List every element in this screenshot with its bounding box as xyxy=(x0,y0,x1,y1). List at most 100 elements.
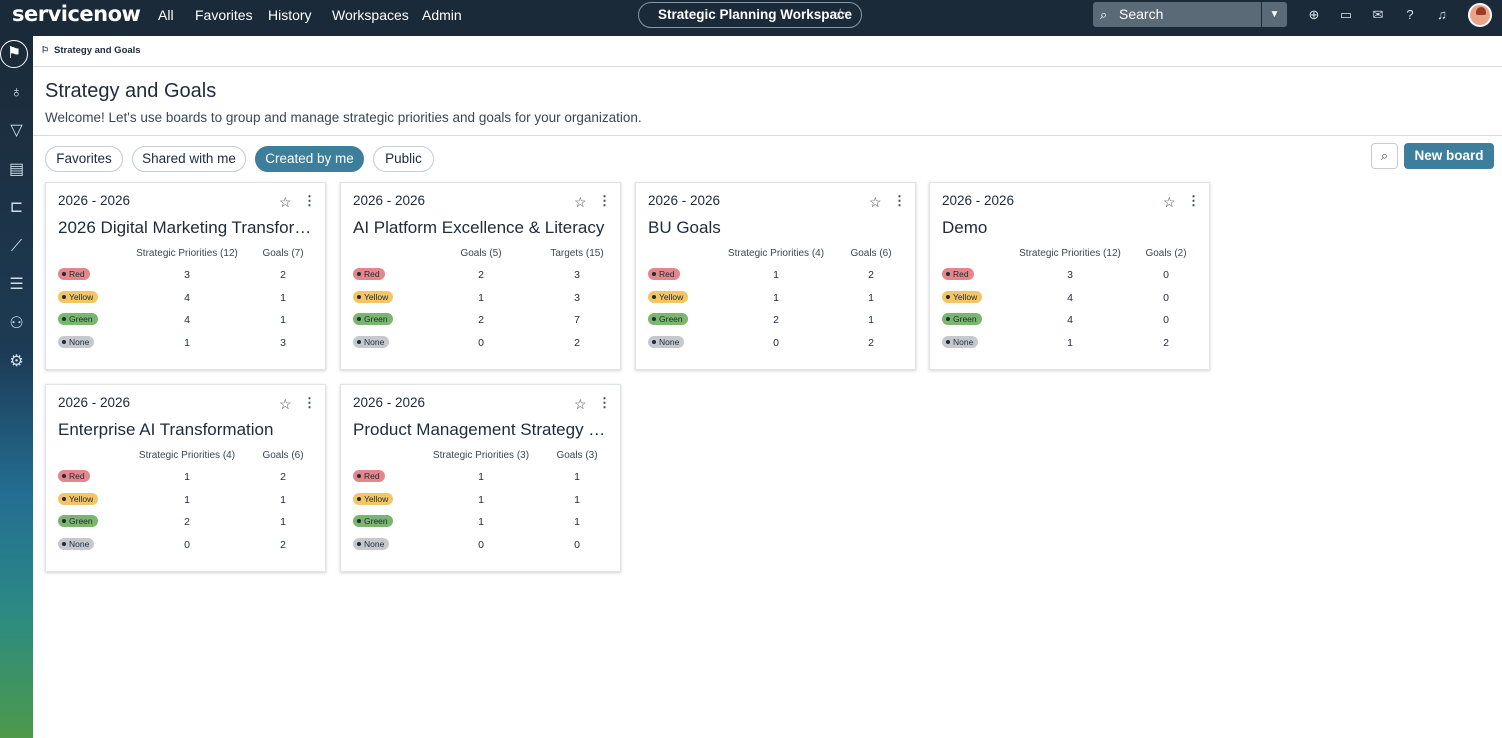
col1-value[interactable]: 0 xyxy=(172,539,202,551)
col1-value[interactable]: 1 xyxy=(172,337,202,349)
star-icon[interactable]: ☆ xyxy=(834,3,847,27)
more-options-icon[interactable]: ⋮ xyxy=(893,193,906,209)
col2-value[interactable]: 1 xyxy=(562,494,592,506)
board-title[interactable]: 2026 Digital Marketing Transformation xyxy=(58,218,316,238)
col1-value[interactable]: 3 xyxy=(1055,269,1085,281)
col1-value[interactable]: 1 xyxy=(172,471,202,483)
col1-value[interactable]: 0 xyxy=(761,337,791,349)
col1-value[interactable]: 2 xyxy=(466,269,496,281)
col2-value[interactable]: 0 xyxy=(562,539,592,551)
board-card[interactable]: 2026 - 2026 ☆ ⋮ Enterprise AI Transformatio… xyxy=(45,384,326,572)
more-options-icon[interactable]: ⋮ xyxy=(303,395,316,411)
col2-value[interactable]: 1 xyxy=(268,516,298,528)
more-options-icon[interactable]: ⋮ xyxy=(303,193,316,209)
col2-value[interactable]: 1 xyxy=(268,292,298,304)
nav-all[interactable]: All xyxy=(158,0,174,30)
col2-value[interactable]: 3 xyxy=(562,269,592,281)
tab-favorites[interactable]: Favorites xyxy=(45,146,123,172)
tab-created-by-me[interactable]: Created by me xyxy=(255,146,364,172)
servicenow-logo[interactable]: servicenow xyxy=(12,2,141,26)
col2-value[interactable]: 2 xyxy=(268,269,298,281)
board-card[interactable]: 2026 - 2026 ☆ ⋮ 2026 Digital Marketing Tran… xyxy=(45,182,326,370)
col2-value[interactable]: 1 xyxy=(562,516,592,528)
star-icon[interactable]: ☆ xyxy=(574,194,587,211)
col2-value[interactable]: 7 xyxy=(562,314,592,326)
col2-value[interactable]: 1 xyxy=(268,314,298,326)
col2-value[interactable]: 1 xyxy=(856,314,886,326)
board-title[interactable]: AI Platform Excellence & Literacy xyxy=(353,218,611,238)
col1-value[interactable]: 1 xyxy=(466,494,496,506)
col1-value[interactable]: 3 xyxy=(172,269,202,281)
col1-value[interactable]: 4 xyxy=(1055,314,1085,326)
inbox-icon[interactable]: ✉ xyxy=(1369,6,1387,24)
col1-value[interactable]: 0 xyxy=(466,337,496,349)
col1-value[interactable]: 2 xyxy=(761,314,791,326)
board-title[interactable]: Product Management Strategy & Goals xyxy=(353,420,611,440)
nav-favorites[interactable]: Favorites xyxy=(195,0,253,30)
star-icon[interactable]: ☆ xyxy=(1163,194,1176,211)
col1-value[interactable]: 1 xyxy=(466,516,496,528)
funnel-icon[interactable]: ▽ xyxy=(0,119,33,143)
board-card[interactable]: 2026 - 2026 ☆ ⋮ Demo Strategic Priorities (1… xyxy=(929,182,1210,370)
bell-icon[interactable]: ♫ xyxy=(1433,6,1451,24)
col1-value[interactable]: 1 xyxy=(761,292,791,304)
tab-shared-with-me[interactable]: Shared with me xyxy=(132,146,246,172)
gear-icon[interactable]: ⚙ xyxy=(0,350,33,374)
help-icon[interactable]: ? xyxy=(1401,6,1419,24)
flag-icon[interactable]: ⚑ xyxy=(0,40,28,68)
col1-value[interactable]: 2 xyxy=(172,516,202,528)
board-title[interactable]: Demo xyxy=(942,218,1200,238)
col2-value[interactable]: 2 xyxy=(856,337,886,349)
lightbulb-icon[interactable]: ♁ xyxy=(0,81,33,105)
breadcrumb-item[interactable]: Strategy and Goals xyxy=(54,45,141,56)
more-options-icon[interactable]: ⋮ xyxy=(1187,193,1200,209)
col1-value[interactable]: 0 xyxy=(466,539,496,551)
new-board-button[interactable]: New board xyxy=(1404,143,1494,169)
board-card[interactable]: 2026 - 2026 ☆ ⋮ AI Platform Excellence & Li… xyxy=(340,182,621,370)
user-avatar[interactable] xyxy=(1468,3,1492,27)
workspace-title-pill[interactable]: Strategic Planning Workspace ☆ xyxy=(638,2,862,28)
board-title[interactable]: Enterprise AI Transformation xyxy=(58,420,316,440)
more-options-icon[interactable]: ⋮ xyxy=(598,395,611,411)
col2-value[interactable]: 2 xyxy=(562,337,592,349)
nav-history[interactable]: History xyxy=(268,0,312,30)
star-icon[interactable]: ☆ xyxy=(279,396,292,413)
board-card[interactable]: 2026 - 2026 ☆ ⋮ BU Goals Strategic Prioritie… xyxy=(635,182,916,370)
col1-value[interactable]: 1 xyxy=(466,471,496,483)
search-boards-button[interactable]: ⌕ xyxy=(1371,143,1398,169)
col1-value[interactable]: 1 xyxy=(1055,337,1085,349)
col2-value[interactable]: 1 xyxy=(268,494,298,506)
col1-value[interactable]: 1 xyxy=(761,269,791,281)
col1-value[interactable]: 2 xyxy=(466,314,496,326)
col2-value[interactable]: 2 xyxy=(1151,337,1181,349)
board-card[interactable]: 2026 - 2026 ☆ ⋮ Product Management Strategy… xyxy=(340,384,621,572)
col2-value[interactable]: 2 xyxy=(856,269,886,281)
col2-value[interactable]: 2 xyxy=(268,539,298,551)
col2-value[interactable]: 1 xyxy=(856,292,886,304)
globe-icon[interactable]: ⊕ xyxy=(1305,6,1323,24)
col2-value[interactable]: 3 xyxy=(268,337,298,349)
nav-workspaces[interactable]: Workspaces xyxy=(332,0,409,30)
star-icon[interactable]: ☆ xyxy=(869,194,882,211)
chat-icon[interactable]: ▭ xyxy=(1337,6,1355,24)
star-icon[interactable]: ☆ xyxy=(574,396,587,413)
chart-line-icon[interactable]: ⟋ xyxy=(0,235,33,259)
col1-value[interactable]: 4 xyxy=(172,292,202,304)
col2-value[interactable]: 2 xyxy=(268,471,298,483)
col1-value[interactable]: 4 xyxy=(172,314,202,326)
hierarchy-icon[interactable]: ⊏ xyxy=(0,196,33,220)
board-title[interactable]: BU Goals xyxy=(648,218,906,238)
star-icon[interactable]: ☆ xyxy=(279,194,292,211)
more-options-icon[interactable]: ⋮ xyxy=(598,193,611,209)
col2-value[interactable]: 3 xyxy=(562,292,592,304)
team-icon[interactable]: ⚇ xyxy=(0,312,33,336)
col1-value[interactable]: 1 xyxy=(172,494,202,506)
search-scope-dropdown[interactable]: ▼ xyxy=(1262,2,1287,27)
nav-admin[interactable]: Admin xyxy=(422,0,462,30)
col1-value[interactable]: 4 xyxy=(1055,292,1085,304)
col2-value[interactable]: 0 xyxy=(1151,292,1181,304)
col2-value[interactable]: 0 xyxy=(1151,269,1181,281)
col1-value[interactable]: 1 xyxy=(466,292,496,304)
col2-value[interactable]: 1 xyxy=(562,471,592,483)
tab-public[interactable]: Public xyxy=(373,146,434,172)
